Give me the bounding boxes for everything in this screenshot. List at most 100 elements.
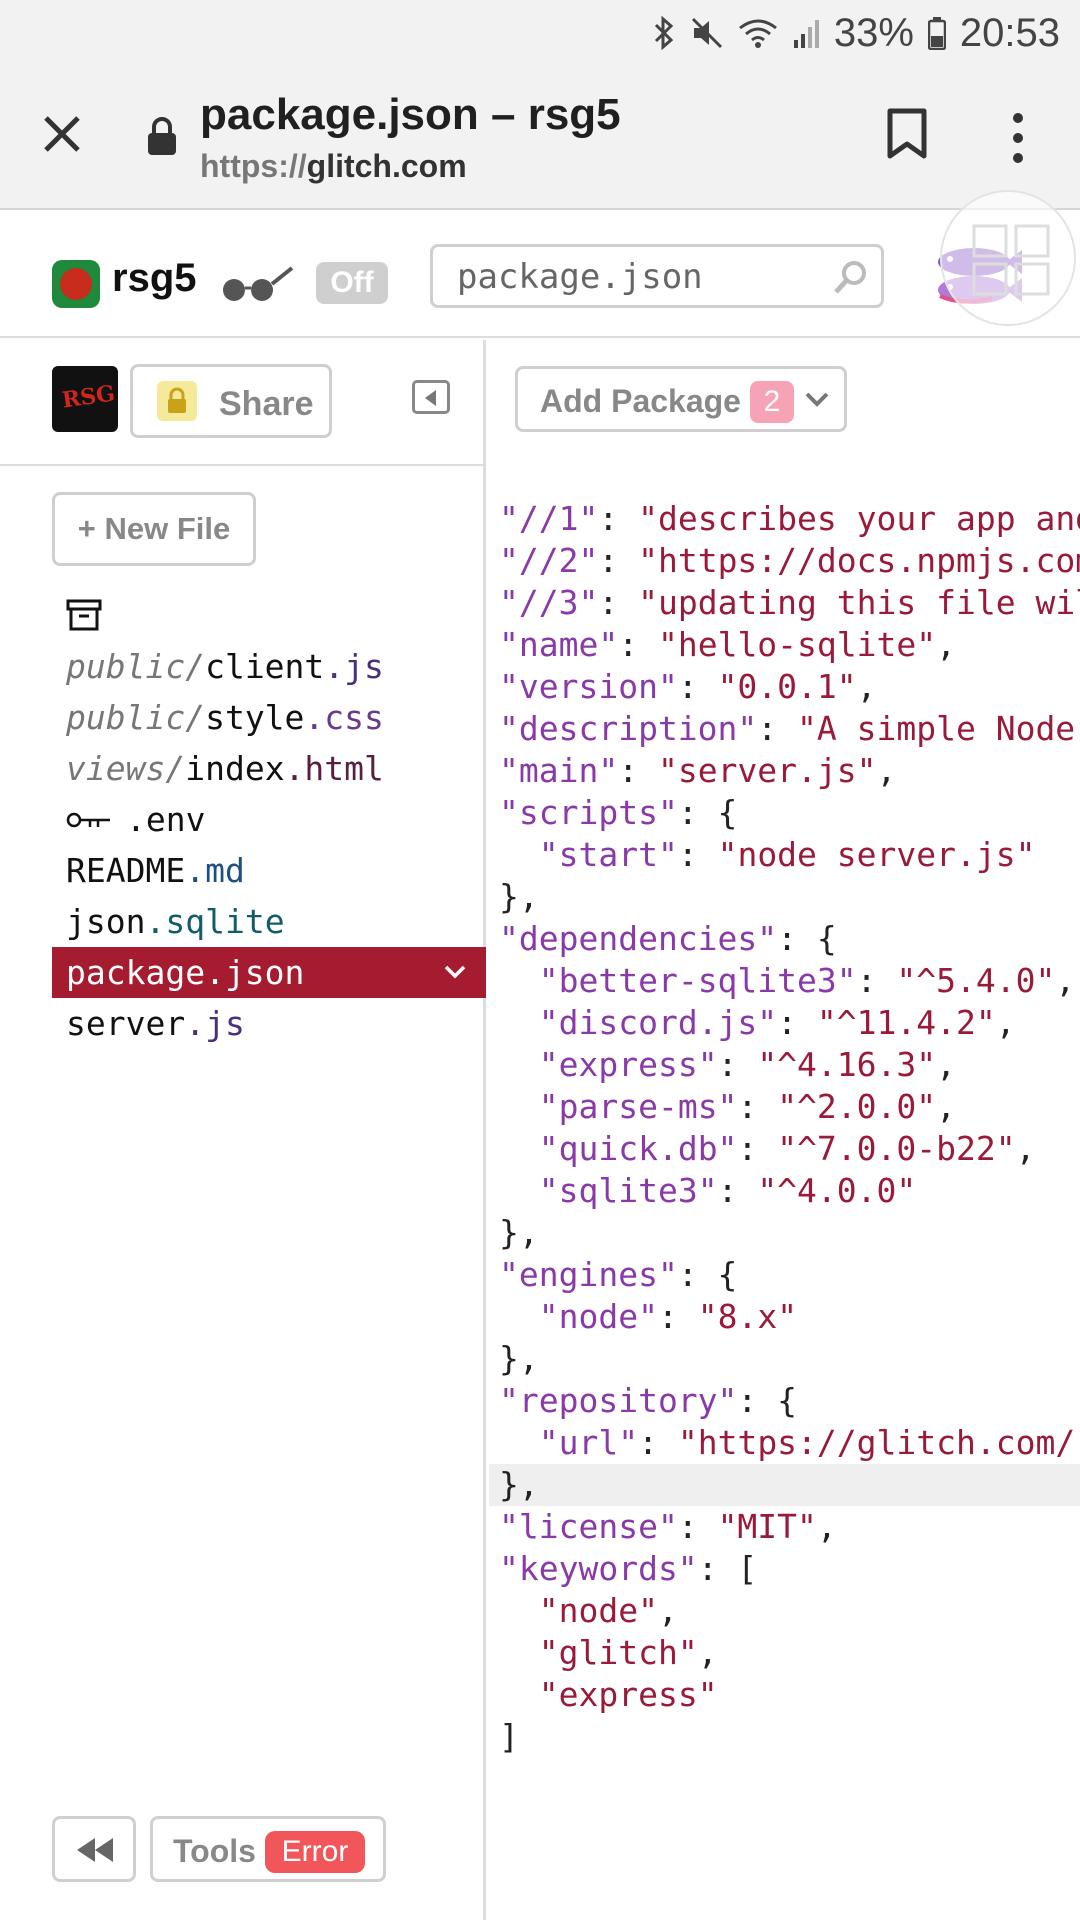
json-punct <box>499 1171 539 1210</box>
json-punct: : <box>757 709 798 748</box>
new-file-button[interactable]: + New File <box>52 492 256 566</box>
share-button[interactable]: Share <box>130 364 332 438</box>
json-punct <box>499 1003 539 1042</box>
code-content[interactable]: "//1": "describes your app and its depen… <box>489 498 1080 1758</box>
rewind-button[interactable] <box>52 1816 136 1882</box>
file-item[interactable]: .env <box>52 794 486 845</box>
file-ext: .js <box>185 1004 245 1043</box>
json-punct: , <box>697 1633 718 1672</box>
json-punct: : <box>618 625 658 664</box>
error-badge: Error <box>265 1831 365 1873</box>
json-punct: : <box>598 583 639 622</box>
file-item[interactable]: public/style.css <box>52 692 486 743</box>
json-string: "glitch" <box>538 1633 698 1672</box>
code-line: "sqlite3": "^4.0.0" <box>499 1170 1080 1212</box>
code-line: "url": "https://glitch.com/" <box>499 1422 1080 1464</box>
chevron-down-icon[interactable] <box>444 961 466 983</box>
file-item[interactable]: server.js <box>52 998 486 1049</box>
code-line: "dependencies": { <box>499 918 1080 960</box>
json-key: "//1" <box>499 499 599 538</box>
archive-icon <box>66 599 102 631</box>
code-line: "express" <box>499 1674 1080 1716</box>
wifi-icon <box>738 15 778 51</box>
json-punct: : <box>737 1129 778 1168</box>
json-string: "^2.0.0" <box>777 1087 937 1126</box>
json-punct: : { <box>677 793 738 832</box>
file-item[interactable]: json.sqlite <box>52 896 486 947</box>
glasses-icon[interactable] <box>220 262 296 306</box>
file-dir: views/ <box>66 749 186 788</box>
file-dir: public/ <box>66 647 206 686</box>
json-punct: , <box>936 1045 956 1084</box>
json-key: "//3" <box>499 583 599 622</box>
code-line: "express": "^4.16.3", <box>499 1044 1080 1086</box>
code-line: }, <box>499 876 1080 918</box>
rewind-icon <box>77 1838 113 1862</box>
code-line: "better-sqlite3": "^5.4.0", <box>499 960 1080 1002</box>
tools-button[interactable]: Tools Error <box>150 1816 386 1882</box>
code-line: "start": "node server.js" <box>499 834 1080 876</box>
live-toggle[interactable]: Off <box>316 262 388 304</box>
json-punct <box>499 1675 539 1714</box>
code-line: "repository": { <box>499 1380 1080 1422</box>
json-key: "main" <box>499 751 619 790</box>
page-url[interactable]: https://glitch.com <box>200 148 467 185</box>
chevron-down-icon <box>805 392 829 407</box>
floating-bubble-button[interactable] <box>940 190 1076 326</box>
json-string: "^4.0.0" <box>757 1171 917 1210</box>
bookmark-icon <box>887 108 927 159</box>
json-punct <box>499 1129 539 1168</box>
add-package-button[interactable]: Add Package 2 <box>515 366 847 432</box>
json-key: "keywords" <box>499 1549 698 1588</box>
search-input[interactable] <box>457 257 817 297</box>
code-editor[interactable]: Add Package 2 "//1": "describes your app… <box>489 340 1080 1920</box>
code-line: "name": "hello-sqlite", <box>499 624 1080 666</box>
json-punct: : { <box>677 1255 738 1294</box>
json-key: "version" <box>499 667 678 706</box>
json-key: "better-sqlite3" <box>538 961 857 1000</box>
code-line: "engines": { <box>499 1254 1080 1296</box>
json-key: "//2" <box>499 541 599 580</box>
bookmark-button[interactable] <box>886 108 928 160</box>
json-punct: : <box>657 1297 698 1336</box>
project-name[interactable]: rsg5 <box>112 256 197 301</box>
project-logo[interactable] <box>52 260 100 308</box>
battery-percent: 33% <box>833 10 914 55</box>
overflow-menu-button[interactable] <box>1006 110 1030 166</box>
code-line: }, <box>489 1464 1080 1506</box>
json-key: "url" <box>538 1423 639 1462</box>
file-name: server <box>66 1004 186 1043</box>
team-avatar[interactable]: RSG <box>52 366 118 432</box>
json-key: "node" <box>538 1297 658 1336</box>
project-header: rsg5 Off <box>0 190 1080 338</box>
json-key: "sqlite3" <box>538 1171 718 1210</box>
collapse-sidebar-button[interactable] <box>412 380 450 414</box>
json-punct: , <box>936 625 956 664</box>
search-box[interactable] <box>430 244 884 308</box>
file-item[interactable]: README.md <box>52 845 486 896</box>
file-item[interactable]: package.json <box>52 947 486 998</box>
file-ext: .html <box>284 749 384 788</box>
json-string: "hello-sqlite" <box>657 625 937 664</box>
search-icon[interactable] <box>833 259 869 295</box>
file-item[interactable]: views/index.html <box>52 743 486 794</box>
json-key: "dependencies" <box>499 919 778 958</box>
file-list: public/client.js public/style.css views/in… <box>52 590 486 1049</box>
json-key: "repository" <box>499 1381 738 1420</box>
json-key: "scripts" <box>499 793 678 832</box>
code-line: "license": "MIT", <box>499 1506 1080 1548</box>
file-item[interactable]: public/client.js <box>52 641 486 692</box>
json-punct: : <box>677 667 718 706</box>
json-key: "express" <box>538 1045 718 1084</box>
json-punct: }, <box>499 1339 539 1378</box>
json-key: "discord.js" <box>538 1003 778 1042</box>
file-item[interactable] <box>52 590 486 641</box>
json-punct: , <box>1055 961 1076 1000</box>
code-line: "keywords": [ <box>499 1548 1080 1590</box>
json-punct: }, <box>499 877 539 916</box>
json-punct <box>499 1045 539 1084</box>
close-tab-button[interactable] <box>40 112 84 156</box>
file-dir: public/ <box>66 698 206 737</box>
json-punct: : <box>677 1507 718 1546</box>
json-string: "server.js" <box>657 751 877 790</box>
